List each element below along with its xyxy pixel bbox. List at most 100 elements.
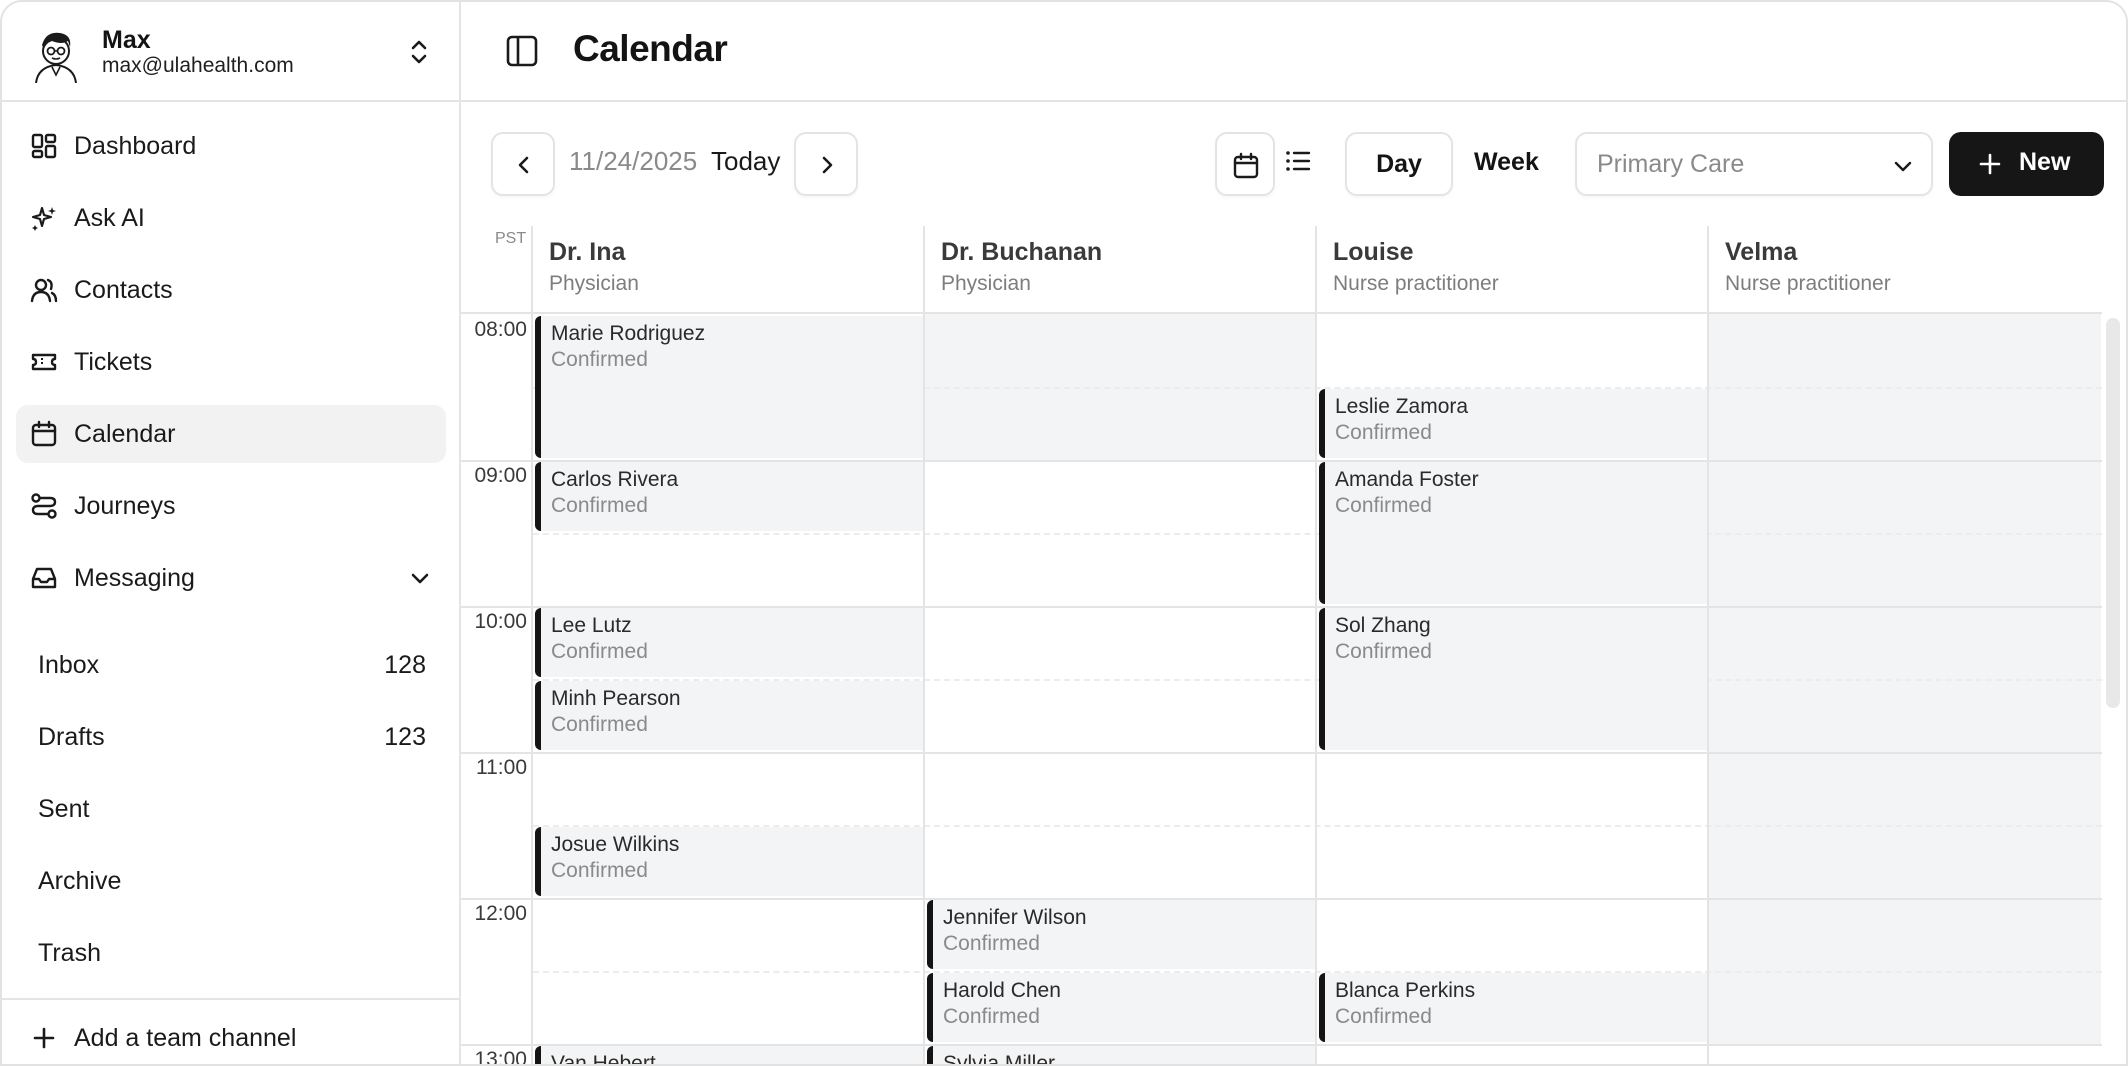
calendar-toolbar: 11/24/2025 Today Day Week Primary Care N…: [461, 102, 2126, 226]
appointment-card[interactable]: Carlos Rivera Confirmed: [535, 462, 923, 531]
appointment-card[interactable]: Minh Pearson Confirmed: [535, 681, 923, 750]
half-hour-divider: [533, 971, 2102, 973]
topbar: Calendar: [461, 2, 2126, 102]
nav-label-journeys: Journeys: [74, 492, 176, 520]
appointment-status: Confirmed: [551, 348, 648, 371]
scrollbar-thumb[interactable]: [2106, 318, 2120, 708]
journeys-icon: [31, 493, 57, 519]
inbox-icon: [31, 567, 57, 589]
chevron-right-icon: [822, 156, 833, 174]
list-view-icon[interactable]: [1283, 146, 1313, 176]
calendar-icon: [31, 420, 57, 447]
appointment-card[interactable]: Blanca Perkins Confirmed: [1319, 973, 1707, 1042]
user-switcher[interactable]: Max max@ulahealth.com: [2, 2, 459, 102]
previous-day-button[interactable]: [491, 132, 555, 196]
messaging-item-drafts[interactable]: Drafts 123: [24, 708, 434, 766]
provider-name: Louise: [1333, 238, 1414, 266]
appointment-patient: Harold Chen: [943, 979, 1061, 1002]
nav-item-calendar[interactable]: Calendar: [16, 405, 446, 463]
appointment-patient: Sol Zhang: [1335, 614, 1431, 637]
messaging-label: Archive: [38, 867, 122, 895]
hour-label: 10:00: [474, 610, 527, 633]
nav-label-contacts: Contacts: [74, 276, 173, 304]
sidebar-toggle-icon[interactable]: [505, 34, 539, 68]
day-view-label: Day: [1376, 150, 1422, 178]
nav-item-journeys[interactable]: Journeys: [16, 477, 446, 535]
appointment-card[interactable]: Sol Zhang Confirmed: [1319, 608, 1707, 750]
app-window: Max max@ulahealth.com Dashboard Ask AI C…: [0, 0, 2128, 1066]
sidebar-footer: Add a team channel: [2, 998, 459, 1064]
hour-label: 13:00: [474, 1048, 527, 1066]
next-day-button[interactable]: [794, 132, 858, 196]
provider-role: Nurse practitioner: [1333, 272, 1499, 295]
messaging-item-inbox[interactable]: Inbox 128: [24, 636, 434, 694]
ticket-icon: [31, 353, 57, 371]
appointment-patient: Sylvia Miller: [943, 1052, 1056, 1066]
appointment-patient: Blanca Perkins: [1335, 979, 1476, 1002]
appointment-patient: Minh Pearson: [551, 687, 681, 710]
new-appointment-button[interactable]: New: [1949, 132, 2104, 196]
appointment-status: Confirmed: [943, 1005, 1040, 1028]
appointment-card[interactable]: Van Hebert: [535, 1046, 923, 1066]
appointment-card[interactable]: Leslie Zamora Confirmed: [1319, 389, 1707, 458]
messaging-count: 128: [384, 651, 426, 679]
dashboard-icon: [31, 133, 57, 159]
hour-divider: [461, 752, 2102, 754]
day-view-button[interactable]: Day: [1345, 132, 1453, 196]
chevron-down-icon[interactable]: [408, 566, 432, 590]
appointment-card[interactable]: Amanda Foster Confirmed: [1319, 462, 1707, 604]
column-divider: [531, 226, 533, 1064]
messaging-item-sent[interactable]: Sent: [24, 780, 434, 838]
provider-column-header[interactable]: Dr. Buchanan Physician: [925, 226, 1317, 312]
current-date[interactable]: 11/24/2025: [569, 146, 697, 177]
hour-label: 12:00: [474, 902, 527, 925]
column-divider: [1315, 226, 1317, 1064]
main-content: Calendar 11/24/2025 Today Day Week Prima…: [461, 2, 2126, 1066]
half-hour-divider: [533, 533, 2102, 535]
avatar: [35, 32, 77, 83]
add-team-channel-button[interactable]: Add a team channel: [24, 1018, 444, 1062]
contacts-icon: [30, 278, 58, 303]
provider-role: Physician: [549, 272, 639, 295]
chevrons-up-down-icon[interactable]: [404, 36, 434, 68]
appointment-patient: Amanda Foster: [1335, 468, 1479, 491]
appointment-status: Confirmed: [551, 713, 648, 736]
appointment-card[interactable]: Jennifer Wilson Confirmed: [927, 900, 1315, 969]
nav-item-contacts[interactable]: Contacts: [16, 261, 446, 319]
calendar-view-button[interactable]: [1215, 132, 1275, 196]
appointment-card[interactable]: Lee Lutz Confirmed: [535, 608, 923, 677]
appointment-patient: Lee Lutz: [551, 614, 632, 637]
messaging-label: Trash: [38, 939, 101, 967]
appointment-card[interactable]: Marie Rodriguez Confirmed: [535, 316, 923, 458]
add-team-channel-label: Add a team channel: [74, 1024, 297, 1052]
department-select[interactable]: Primary Care: [1575, 132, 1933, 196]
appointment-patient: Josue Wilkins: [551, 833, 680, 856]
nav-label-calendar: Calendar: [74, 420, 176, 448]
appointment-card[interactable]: Sylvia Miller: [927, 1046, 1315, 1066]
messaging-item-trash[interactable]: Trash: [24, 924, 434, 982]
provider-name: Velma: [1725, 238, 1798, 266]
appointment-status: Confirmed: [1335, 640, 1432, 663]
nav-item-dashboard[interactable]: Dashboard: [16, 117, 446, 175]
appointment-card[interactable]: Harold Chen Confirmed: [927, 973, 1315, 1042]
column-divider: [1707, 226, 1709, 1064]
nav-item-ask-ai[interactable]: Ask AI: [16, 189, 446, 247]
today-button[interactable]: Today: [711, 146, 780, 177]
week-view-button[interactable]: Week: [1474, 148, 1539, 177]
appointment-patient: Jennifer Wilson: [943, 906, 1087, 929]
calendar-icon: [1233, 152, 1259, 179]
nav-label-ask-ai: Ask AI: [74, 204, 145, 232]
appointment-patient: Van Hebert: [551, 1052, 656, 1066]
appointment-card[interactable]: Josue Wilkins Confirmed: [535, 827, 923, 896]
nav-item-tickets[interactable]: Tickets: [16, 333, 446, 391]
provider-column-header[interactable]: Louise Nurse practitioner: [1317, 226, 1709, 312]
nav-item-messaging[interactable]: Messaging: [16, 549, 446, 607]
sidebar: Max max@ulahealth.com Dashboard Ask AI C…: [2, 2, 461, 1064]
provider-column-header[interactable]: Dr. Ina Physician: [533, 226, 925, 312]
timezone-label: PST: [495, 230, 527, 247]
messaging-item-archive[interactable]: Archive: [24, 852, 434, 910]
messaging-count: 123: [384, 723, 426, 751]
appointment-patient: Leslie Zamora: [1335, 395, 1469, 418]
messaging-label: Inbox: [38, 651, 100, 679]
provider-column-header[interactable]: Velma Nurse practitioner: [1709, 226, 2101, 312]
